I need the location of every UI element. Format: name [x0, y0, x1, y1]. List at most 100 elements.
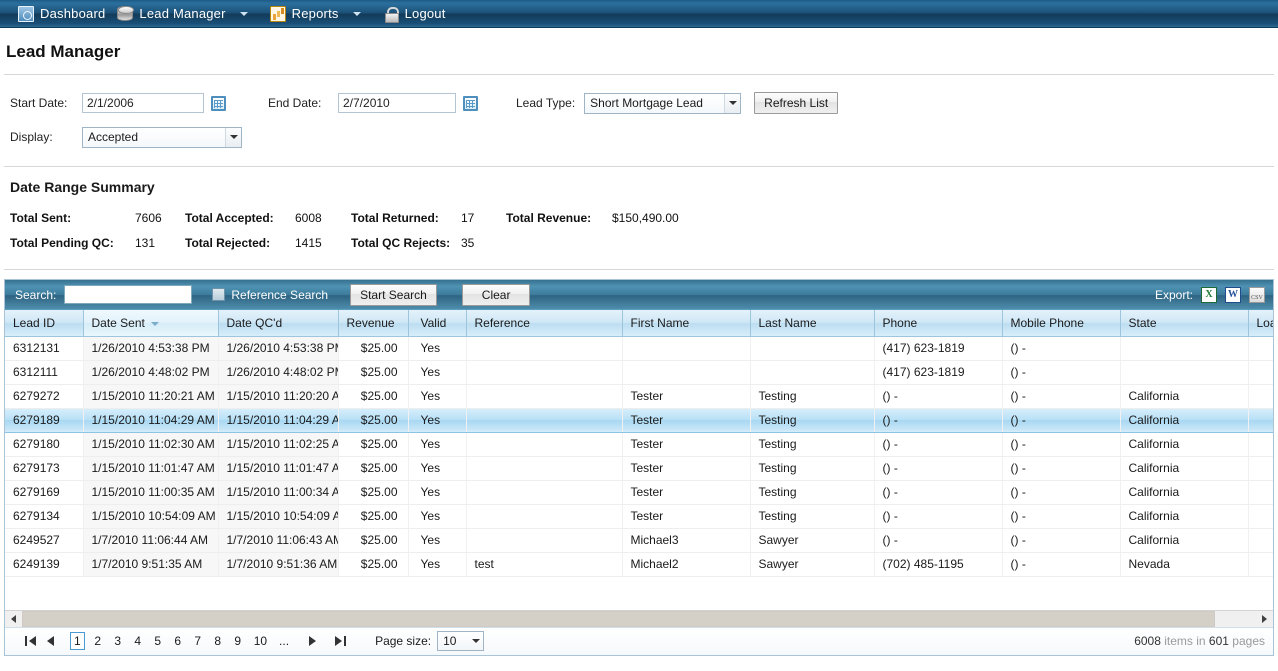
reference-search-checkbox[interactable]	[212, 288, 226, 301]
table-row[interactable]: 6249139 1/7/2010 9:51:35 AM 1/7/2010 9:51:…	[5, 552, 1273, 577]
nav-item-logout[interactable]: Logout	[377, 0, 452, 28]
chevron-down-icon-lead-manager[interactable]	[239, 11, 248, 16]
page-size-select[interactable]: 10	[437, 631, 485, 651]
cell-mobile_phone: () -	[1002, 407, 1121, 433]
cell-loan	[1248, 456, 1273, 481]
cell-revenue: $25.00	[338, 552, 409, 577]
cell-date_sent: 1/15/2010 11:00:35 AM	[83, 480, 219, 505]
table-row[interactable]: 6279272 1/15/2010 11:20:21 AM 1/15/2010 11…	[5, 384, 1273, 409]
page-number-7[interactable]: 7	[191, 633, 205, 649]
cell-revenue: $25.00	[338, 528, 409, 553]
cell-reference	[466, 336, 623, 361]
last-page-button[interactable]	[331, 632, 349, 650]
nav-item-reports[interactable]: Reports	[264, 0, 377, 28]
column-header-lead-id[interactable]: Lead ID	[5, 310, 84, 337]
total-returned-value: 17	[461, 210, 475, 225]
page-number-9[interactable]: 9	[231, 633, 245, 649]
column-header-reference[interactable]: Reference	[466, 310, 623, 337]
start-search-button[interactable]: Start Search	[350, 283, 437, 306]
cell-valid: Yes	[408, 360, 467, 385]
first-page-button[interactable]	[21, 632, 39, 650]
csv-export-icon[interactable]: CSV	[1249, 286, 1265, 303]
column-header-last-name[interactable]: Last Name	[750, 310, 875, 337]
column-header-phone[interactable]: Phone	[874, 310, 1003, 337]
chevron-down-icon-reports[interactable]	[352, 11, 361, 16]
page-number-6[interactable]: 6	[171, 633, 185, 649]
refresh-list-button[interactable]: Refresh List	[754, 92, 839, 114]
cell-date_sent: 1/15/2010 11:02:30 AM	[83, 432, 219, 457]
column-header-revenue[interactable]: Revenue	[338, 310, 409, 337]
lead-type-select[interactable]: Short Mortgage Lead	[584, 92, 742, 114]
cell-date_qcd: 1/15/2010 11:00:34 AM	[218, 480, 339, 505]
page-number-2[interactable]: 2	[91, 633, 105, 649]
column-header-valid[interactable]: Valid	[408, 310, 467, 337]
page-ellipsis[interactable]: ...	[276, 633, 292, 649]
column-header-first-name[interactable]: First Name	[622, 310, 751, 337]
display-select[interactable]: Accepted	[82, 126, 242, 148]
previous-page-button[interactable]	[41, 632, 59, 650]
column-header-date-sent[interactable]: Date Sent	[83, 310, 219, 337]
end-date-input[interactable]	[338, 93, 456, 113]
clear-button[interactable]: Clear	[461, 283, 531, 306]
scroll-right-button[interactable]	[1256, 610, 1273, 627]
page-number-8[interactable]: 8	[211, 633, 225, 649]
cell-mobile_phone: () -	[1002, 528, 1121, 553]
cell-mobile_phone: () -	[1002, 432, 1121, 457]
cell-last_name: Sawyer	[750, 528, 875, 553]
table-row[interactable]: 6249527 1/7/2010 11:06:44 AM 1/7/2010 11:0…	[5, 528, 1273, 553]
chevron-down-icon-lead-type[interactable]	[724, 93, 741, 113]
column-header-date-qcd[interactable]: Date QC'd	[218, 310, 339, 337]
table-row[interactable]: 6279180 1/15/2010 11:02:30 AM 1/15/2010 11…	[5, 432, 1273, 457]
cell-phone: () -	[874, 480, 1003, 505]
scrollbar-thumb[interactable]	[22, 610, 1215, 627]
column-header-state[interactable]: State	[1120, 310, 1249, 337]
summary-row-2: Total Pending QC: 131 Total Rejected: 14…	[10, 230, 1278, 255]
nav-item-lead-manager[interactable]: Lead Manager	[111, 0, 263, 28]
cell-first_name	[622, 360, 751, 385]
cell-phone: () -	[874, 407, 1003, 433]
display-label: Display:	[10, 130, 53, 144]
start-date-input[interactable]	[82, 93, 204, 113]
chevron-down-icon-page-size[interactable]	[468, 632, 483, 650]
page-number-3[interactable]: 3	[111, 633, 125, 649]
nav-label-logout: Logout	[404, 6, 446, 21]
page-title: Lead Manager	[6, 42, 121, 61]
cell-loan	[1248, 432, 1273, 457]
excel-export-icon[interactable]: X	[1201, 286, 1217, 303]
table-row[interactable]: 6279189 1/15/2010 11:04:29 AM 1/15/2010 11…	[5, 407, 1273, 433]
cell-date_sent: 1/15/2010 11:01:47 AM	[83, 456, 219, 481]
cell-lead_id: 6279189	[5, 407, 84, 433]
page-number-4[interactable]: 4	[131, 633, 145, 649]
column-header-mobile-phone[interactable]: Mobile Phone	[1002, 310, 1121, 337]
lock-icon	[383, 6, 399, 23]
search-input[interactable]	[64, 285, 193, 304]
horizontal-scrollbar[interactable]	[5, 609, 1273, 627]
table-row[interactable]: 6312131 1/26/2010 4:53:38 PM 1/26/2010 4:5…	[5, 336, 1273, 361]
table-row[interactable]: 6312111 1/26/2010 4:48:02 PM 1/26/2010 4:4…	[5, 360, 1273, 385]
cell-date_sent: 1/15/2010 10:54:09 AM	[83, 504, 219, 529]
page-number-5[interactable]: 5	[151, 633, 165, 649]
cell-mobile_phone: () -	[1002, 360, 1121, 385]
table-row[interactable]: 6279134 1/15/2010 10:54:09 AM 1/15/2010 10…	[5, 504, 1273, 529]
column-header-loan[interactable]: Loan	[1248, 310, 1273, 337]
cell-mobile_phone: () -	[1002, 336, 1121, 361]
cell-state	[1120, 360, 1249, 385]
next-page-button[interactable]	[303, 632, 321, 650]
cell-first_name: Michael3	[622, 528, 751, 553]
table-row[interactable]: 6279169 1/15/2010 11:00:35 AM 1/15/2010 11…	[5, 480, 1273, 505]
calendar-icon-start-date[interactable]	[211, 95, 226, 111]
scrollbar-track[interactable]	[22, 610, 1256, 627]
scroll-left-button[interactable]	[5, 610, 22, 627]
chevron-down-icon-display[interactable]	[225, 127, 241, 147]
table-row[interactable]: 6279173 1/15/2010 11:01:47 AM 1/15/2010 11…	[5, 456, 1273, 481]
cell-reference	[466, 384, 623, 409]
page-number-1[interactable]: 1	[70, 632, 85, 650]
cell-first_name: Tester	[622, 384, 751, 409]
word-export-icon[interactable]: W	[1225, 286, 1241, 303]
page-number-10[interactable]: 10	[251, 633, 270, 649]
nav-item-dashboard[interactable]: Dashboard	[12, 0, 111, 28]
search-label: Search:	[15, 287, 57, 302]
cell-revenue: $25.00	[338, 407, 409, 433]
cell-reference	[466, 480, 623, 505]
calendar-icon-end-date[interactable]	[463, 95, 478, 111]
